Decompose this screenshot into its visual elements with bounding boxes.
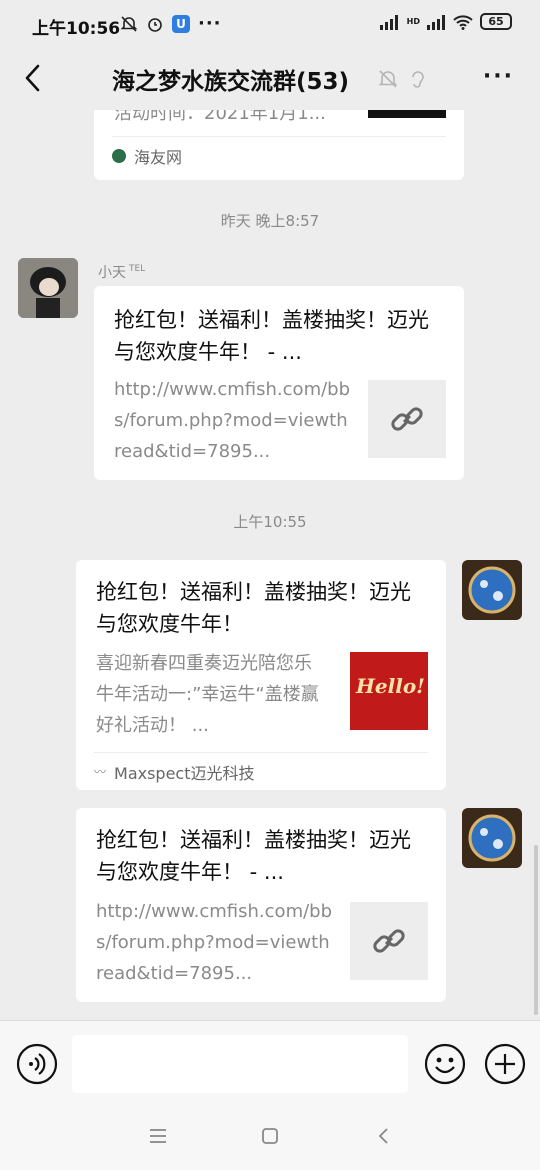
- status-notification-icons: U ···: [120, 13, 222, 34]
- card-title: 抢红包！送福利！盖楼抽奖！迈光与您欢度牛年！ - ...: [96, 828, 411, 884]
- card-source: 海友网: [112, 136, 446, 174]
- back-icon[interactable]: [18, 62, 50, 94]
- back-nav-icon[interactable]: [374, 1126, 394, 1146]
- source-name: Maxspect迈光科技: [114, 763, 255, 783]
- link-message-card[interactable]: 抢红包！送福利！盖楼抽奖！迈光与您欢度牛年！ - ... http://www.…: [94, 286, 464, 480]
- ear-icon: [412, 71, 424, 88]
- card-description: 喜迎新春四重奏迈光陪您乐牛年活动一:”幸运牛“盖楼赢好礼活动！ ...: [96, 653, 319, 736]
- link-thumbnail: [368, 380, 446, 458]
- source-logo-icon: [112, 148, 126, 163]
- mute-icon: [378, 70, 398, 88]
- status-time: 上午10:56: [32, 19, 121, 39]
- signal-icon: [379, 14, 398, 30]
- menu-icon[interactable]: [148, 1126, 168, 1146]
- alarm-icon: [148, 17, 162, 32]
- system-navigation-bar: [0, 1106, 540, 1170]
- network-label: HD: [406, 17, 420, 26]
- card-title: 抢红包！送福利！盖楼抽奖！迈光与您欢度牛年！: [96, 580, 411, 636]
- chat-header: 海之梦水族交流群(53) ···: [0, 48, 540, 110]
- card-thumbnail: [368, 110, 446, 118]
- emoji-icon[interactable]: [424, 1043, 466, 1085]
- message-timestamp: 上午10:55: [233, 513, 307, 531]
- scrollbar[interactable]: [534, 845, 538, 1015]
- status-bar: 上午10:56 U ··· HD 65: [0, 0, 540, 48]
- more-notifications-icon: ···: [198, 13, 222, 34]
- voice-icon[interactable]: [16, 1043, 58, 1085]
- sender-tag: TEL: [129, 264, 146, 275]
- message-input[interactable]: [72, 1035, 408, 1093]
- signal-2-icon: [427, 14, 445, 30]
- home-icon[interactable]: [260, 1126, 280, 1146]
- more-icon[interactable]: ···: [483, 64, 514, 89]
- wifi-icon: [453, 14, 473, 30]
- status-right-icons: HD 65: [379, 13, 512, 30]
- card-description: 活动时间：2021年1月1...: [114, 110, 326, 124]
- avatar[interactable]: [18, 258, 78, 318]
- sender-name: 小天 TEL: [98, 264, 146, 281]
- message-timestamp: 昨天 晚上8:57: [220, 212, 320, 230]
- link-icon: [391, 407, 423, 431]
- self-avatar[interactable]: [462, 560, 522, 620]
- article-message-card[interactable]: 抢红包！送福利！盖楼抽奖！迈光与您欢度牛年！ 喜迎新春四重奏迈光陪您乐牛年活动一…: [76, 560, 446, 790]
- self-avatar-image: [462, 808, 522, 868]
- link-message-card[interactable]: 抢红包！送福利！盖楼抽奖！迈光与您欢度牛年！ - ... http://www.…: [76, 808, 446, 1002]
- plus-icon[interactable]: [484, 1043, 526, 1085]
- card-title: 抢红包！送福利！盖楼抽奖！迈光与您欢度牛年！ - ...: [114, 308, 429, 364]
- mute-bell-icon: [120, 15, 138, 32]
- chat-area: 活动时间：2021年1月1... 海友网 昨天 晚上8:57 小天 TEL 抢红包…: [0, 110, 540, 1020]
- message-card-partial[interactable]: 活动时间：2021年1月1... 海友网: [94, 110, 464, 180]
- article-thumbnail: Hello!: [350, 652, 428, 730]
- card-url: http://www.cmfish.com/bbs/forum.php?mod=…: [114, 379, 351, 462]
- app-notification-icon: U: [172, 14, 190, 33]
- input-bar: [0, 1020, 540, 1106]
- chat-title: 海之梦水族交流群(53): [112, 69, 350, 95]
- link-thumbnail: [350, 902, 428, 980]
- card-url: http://www.cmfish.com/bbs/forum.php?mod=…: [96, 901, 333, 984]
- source-name: 海友网: [134, 147, 183, 167]
- self-avatar[interactable]: [462, 808, 522, 868]
- battery-indicator: 65: [480, 13, 512, 30]
- self-avatar-image: [462, 560, 522, 620]
- source-logo-icon: 〰: [94, 765, 107, 779]
- link-icon: [373, 929, 405, 953]
- thumbnail-text: Hello!: [356, 674, 425, 698]
- avatar-image: [18, 258, 78, 318]
- card-source: 〰 Maxspect迈光科技: [94, 752, 428, 790]
